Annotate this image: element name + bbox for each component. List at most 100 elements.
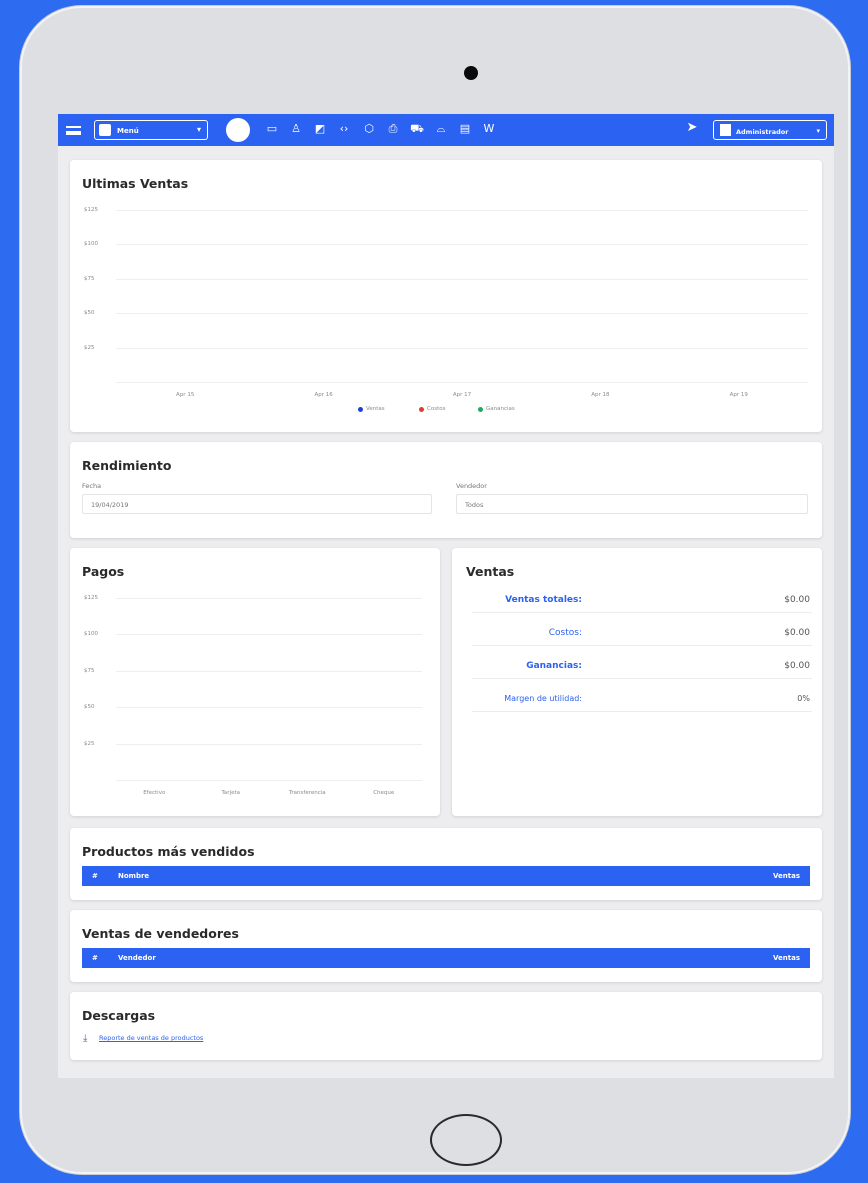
col-number: # <box>92 954 98 962</box>
cube-icon[interactable]: ⬡ <box>361 123 377 135</box>
id-card-icon[interactable]: ▭ <box>264 123 280 135</box>
menu-logo-icon <box>99 124 111 136</box>
ventas-summary-title: Ventas <box>466 564 515 579</box>
menu-dropdown[interactable]: Menú ▾ <box>94 120 208 140</box>
reporte-ventas-link[interactable]: Reporte de ventas de productos <box>99 1034 203 1042</box>
y-tick-label: $25 <box>84 740 95 747</box>
ultimas-ventas-chart: $125 $100 $75 $50 $25 Apr 15 Apr 16 Apr 17 Apr 1… <box>70 160 822 432</box>
gridline <box>116 278 808 280</box>
ventas-summary-card: Ventas Ventas totales: $0.00 Costos: $0.… <box>452 548 822 816</box>
gridline <box>116 634 422 636</box>
x-tick-label: Efectivo <box>143 790 166 796</box>
download-icon[interactable]: ⤓ <box>83 1033 87 1044</box>
legend-ventas-label: Ventas <box>366 406 385 412</box>
top-navbar: Menú ▾ ▮▮ ▭ ♙ ◩ ‹› ⬡ ⎙ ⛟ ⌓ ▤ W ➤ Adminis… <box>58 114 834 146</box>
fecha-input[interactable]: 19/04/2019 <box>82 494 432 514</box>
ganancias-label: Ganancias: <box>526 661 582 671</box>
code-icon[interactable]: ‹› <box>336 123 352 135</box>
clipboard-icon[interactable]: ▤ <box>457 123 473 135</box>
y-tick-label: $125 <box>84 595 98 601</box>
descargas-card: Descargas ⤓ Reporte de ventas de product… <box>70 992 822 1060</box>
gridline <box>116 743 422 745</box>
user-icon[interactable]: ♙ <box>288 123 304 135</box>
ganancias-value: $0.00 <box>784 661 810 671</box>
vendedores-card: Ventas de vendedores # Vendedor Ventas <box>70 910 822 982</box>
productos-title: Productos más vendidos <box>82 844 255 859</box>
productos-table-header: # Nombre Ventas <box>82 866 810 886</box>
user-dropdown[interactable]: Administrador ▾ <box>713 120 827 140</box>
y-tick-label: $25 <box>84 344 95 351</box>
gridline <box>116 347 808 349</box>
col-number: # <box>92 872 98 880</box>
col-vendedor[interactable]: Vendedor <box>118 954 156 962</box>
chevron-down-icon: ▾ <box>196 125 201 134</box>
gridline <box>116 598 422 599</box>
wordpress-icon[interactable]: W <box>481 123 497 135</box>
tags-icon[interactable]: ◩ <box>312 123 328 135</box>
x-tick-label: Tarjeta <box>221 790 241 796</box>
gridline <box>116 313 808 315</box>
divider <box>472 645 812 646</box>
gridline <box>116 244 808 246</box>
chart-legend: Ventas Costos Ganancias <box>70 404 822 416</box>
vendedor-select[interactable]: Todos <box>456 494 808 514</box>
camera-dot <box>464 66 478 80</box>
gridline <box>116 670 422 672</box>
ultimas-ventas-card: Ultimas Ventas $125 $100 $75 $50 $25 Apr 15 Ap… <box>70 160 822 432</box>
x-tick-label: Apr 16 <box>314 392 333 398</box>
margen-label: Margen de utilidad: <box>504 694 582 703</box>
gridline <box>116 707 422 709</box>
legend-ganancias-label: Ganancias <box>486 406 515 412</box>
legend-ganancias-dot <box>478 407 483 412</box>
rendimiento-card: Rendimiento Fecha 19/04/2019 Vendedor To… <box>70 442 822 538</box>
y-tick-label: $75 <box>84 275 95 282</box>
divider <box>472 678 812 679</box>
ventas-totales-label: Ventas totales: <box>505 595 582 605</box>
rocket-icon[interactable]: ➤ <box>684 121 700 134</box>
x-tick-label: Apr 18 <box>591 392 610 398</box>
hamburger-menu-icon[interactable] <box>66 126 81 135</box>
divider <box>472 612 812 613</box>
col-ventas[interactable]: Ventas <box>773 954 800 962</box>
chevron-down-icon: ▾ <box>816 127 820 135</box>
divider <box>472 711 812 712</box>
x-axis-line <box>116 780 422 781</box>
margen-value: 0% <box>797 694 810 703</box>
x-axis-line <box>116 382 808 383</box>
fecha-label: Fecha <box>82 482 102 490</box>
x-tick-label: Transferencia <box>288 790 326 796</box>
ventas-totales-value: $0.00 <box>784 595 810 605</box>
chart-icon[interactable]: ▮▮ <box>226 118 250 142</box>
x-tick-label: Apr 17 <box>452 392 472 398</box>
user-badge-icon <box>720 124 731 136</box>
home-button[interactable] <box>430 1114 502 1166</box>
legend-ventas-dot <box>358 407 363 412</box>
vendedor-label: Vendedor <box>456 482 487 490</box>
user-dropdown-label: Administrador <box>736 128 789 136</box>
y-tick-label: $100 <box>84 631 98 638</box>
legend-costos-label: Costos <box>427 406 446 412</box>
gridline <box>116 210 808 211</box>
x-tick-label: Apr 15 <box>176 392 195 398</box>
rendimiento-title: Rendimiento <box>82 458 172 473</box>
legend-costos-dot <box>419 407 424 412</box>
app-screen: Menú ▾ ▮▮ ▭ ♙ ◩ ‹› ⬡ ⎙ ⛟ ⌓ ▤ W ➤ Adminis… <box>58 114 834 1078</box>
vendedores-title: Ventas de vendedores <box>82 926 239 941</box>
col-nombre[interactable]: Nombre <box>118 872 149 880</box>
descargas-title: Descargas <box>82 1008 156 1023</box>
y-tick-label: $100 <box>84 241 98 248</box>
printer-icon[interactable]: ⎙ <box>385 123 401 135</box>
truck-icon[interactable]: ⛟ <box>409 123 425 135</box>
y-tick-label: $75 <box>84 667 95 674</box>
basket-icon[interactable]: ⌓ <box>433 123 449 135</box>
pagos-card: Pagos $125 $100 $75 $50 $25 Efectivo Tarjeta Tr… <box>70 548 440 816</box>
menu-dropdown-label: Menú <box>117 127 139 135</box>
y-tick-label: $125 <box>84 207 98 213</box>
pagos-chart: $125 $100 $75 $50 $25 Efectivo Tarjeta Transfer… <box>70 548 440 816</box>
x-tick-label: Apr 19 <box>729 392 748 398</box>
vendedores-table-header: # Vendedor Ventas <box>82 948 810 968</box>
y-tick-label: $50 <box>84 310 95 317</box>
costos-value: $0.00 <box>784 628 810 638</box>
col-ventas[interactable]: Ventas <box>773 872 800 880</box>
costos-label: Costos: <box>548 628 582 638</box>
